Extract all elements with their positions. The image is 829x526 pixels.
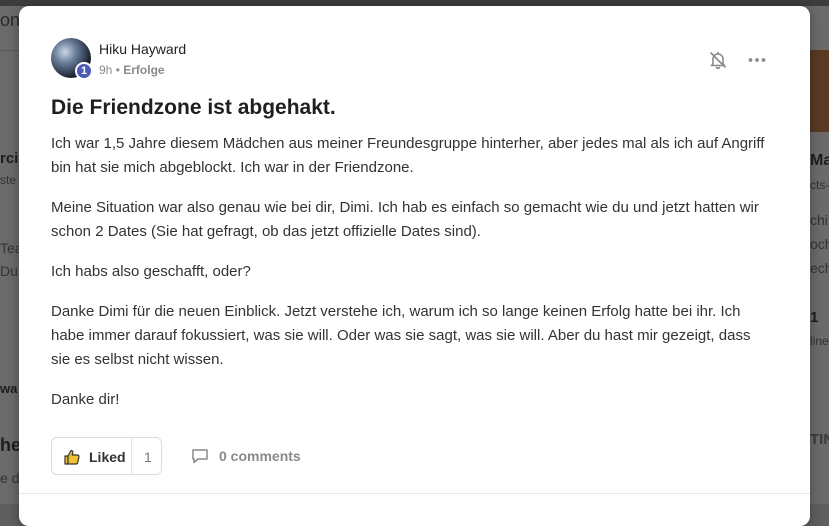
background-fragment: on [0,10,21,30]
like-button[interactable]: Liked 1 [51,437,162,475]
background-fragment: wa [0,381,18,396]
meta-separator: • [115,63,120,77]
post-title: Die Friendzone ist abgehakt. [51,96,336,119]
level-badge: 1 [75,62,93,80]
post-time: 9h [99,63,113,77]
like-divider [131,438,132,474]
background-fragment: he [0,435,22,455]
post-modal: 1 Hiku Hayward 9h • Erfolge Die Friendzo… [19,6,810,526]
more-horizontal-icon[interactable] [747,50,767,70]
post-meta: 9h • Erfolge [99,63,165,77]
post-paragraph: Ich war 1,5 Jahre diesem Mädchen aus mei… [51,135,765,176]
background-fragment: line [810,334,829,348]
post-paragraph: Meine Situation war also genau wie bei d… [51,199,759,240]
modal-bottom-divider [19,493,810,494]
background-fragment: chi [810,212,828,228]
post-body: Ich war 1,5 Jahre diesem Mädchen aus mei… [51,132,771,428]
post-category[interactable]: Erfolge [123,63,164,77]
background-divider [0,50,19,51]
background-image [807,50,829,132]
post-paragraph: Danke dir! [51,391,120,408]
comment-icon [191,448,209,464]
like-count[interactable]: 1 [144,449,152,465]
author-name[interactable]: Hiku Hayward [99,41,186,57]
like-label: Liked [89,449,126,465]
comments-label: 0 comments [219,448,301,464]
post-paragraph: Ich habs also geschafft, oder? [51,263,251,280]
background-fragment: Mas [810,152,829,169]
bell-off-icon[interactable] [708,50,728,70]
background-fragment: cts- [810,178,829,192]
post-paragraph: Danke Dimi für die neuen Einblick. Jetzt… [51,303,751,368]
background-fragment: ste [0,173,17,187]
background-fragment: ech [810,260,829,276]
background-fragment: TIN [810,431,829,448]
background-fragment: 1 [810,309,819,326]
thumbs-up-icon [64,449,80,465]
background-fragment: och [810,236,829,252]
avatar[interactable]: 1 [51,38,93,80]
background-fragment: Du [0,263,18,279]
